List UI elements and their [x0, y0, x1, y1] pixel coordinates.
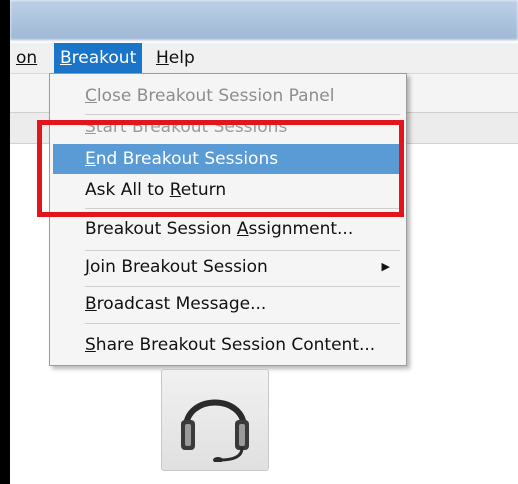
menu-session[interactable]: on	[10, 43, 43, 73]
menu-separator	[85, 208, 400, 209]
app-window: on Breakout Help Close Breakout Session …	[10, 0, 518, 484]
menu-breakout[interactable]: Breakout	[54, 43, 143, 73]
menu-help-label: Help	[156, 48, 195, 68]
menu-session-label: on	[16, 48, 38, 68]
menu-item-share-breakout-content[interactable]: Share Breakout Session Content...	[53, 330, 402, 360]
menu-separator	[85, 250, 400, 251]
breakout-dropdown-menu: Close Breakout Session Panel Start Break…	[49, 73, 407, 366]
menu-item-ask-all-to-return[interactable]: Ask All to Return	[53, 175, 402, 205]
headset-icon	[181, 399, 249, 462]
menu-item-label: Start Breakout Sessions	[85, 117, 288, 137]
menu-item-broadcast-message[interactable]: Broadcast Message...	[53, 289, 402, 319]
menu-breakout-label: Breakout	[60, 48, 137, 68]
menu-item-label: Breakout Session Assignment...	[85, 219, 354, 239]
menu-separator	[85, 323, 400, 324]
menu-item-join-breakout-session[interactable]: Join Breakout Session ▶	[53, 252, 402, 282]
menu-item-label: Ask All to Return	[85, 180, 227, 200]
menu-item-label: Close Breakout Session Panel	[85, 86, 335, 106]
menu-separator	[85, 286, 400, 287]
menu-item-end-breakout-sessions[interactable]: End Breakout Sessions	[53, 144, 402, 174]
menu-item-label: Join Breakout Session	[85, 257, 268, 277]
audio-button[interactable]	[161, 369, 269, 471]
menu-bar: on Breakout Help	[10, 43, 518, 74]
menu-item-close-breakout-panel[interactable]: Close Breakout Session Panel	[53, 81, 402, 111]
menu-help[interactable]: Help	[150, 43, 201, 73]
menu-item-label: Share Breakout Session Content...	[85, 335, 376, 355]
menu-separator	[85, 114, 400, 115]
chevron-right-icon: ▶	[381, 260, 390, 273]
window-titlebar	[10, 0, 518, 40]
menu-item-label: End Breakout Sessions	[85, 149, 279, 169]
menu-item-breakout-session-assignment[interactable]: Breakout Session Assignment...	[53, 219, 402, 244]
menu-item-start-breakout-sessions[interactable]: Start Breakout Sessions	[53, 117, 402, 142]
menu-item-label: Broadcast Message...	[85, 294, 267, 314]
